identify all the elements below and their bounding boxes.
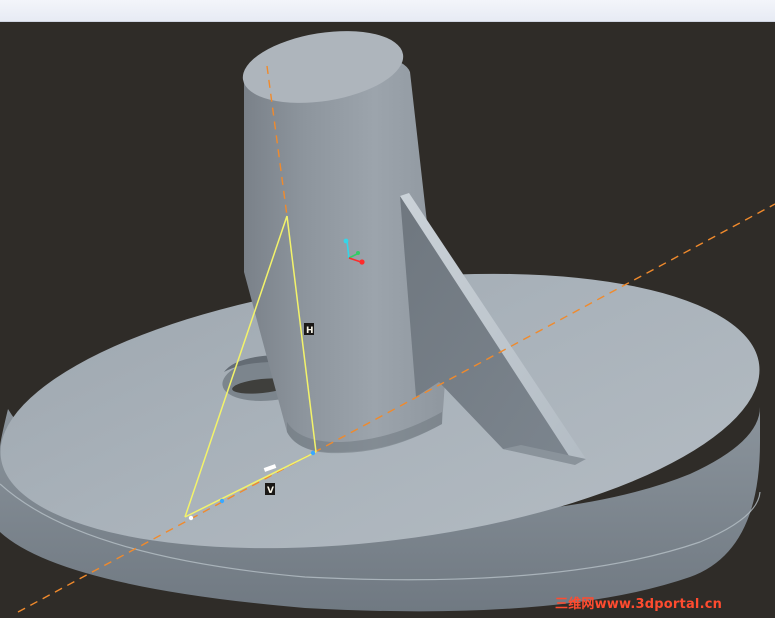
watermark-text: 三维网www.3dportal.cn xyxy=(555,596,722,612)
triad-x-tip xyxy=(359,259,365,265)
watermark: 三维网www.3dportal.cn xyxy=(555,596,722,612)
triad-y-tip xyxy=(356,251,360,255)
sketch-point-mid xyxy=(219,498,225,504)
cad-window: H V 三维网www.3dportal.cn xyxy=(0,0,775,618)
sketch-point-left xyxy=(188,515,194,521)
dimension-h-label: H xyxy=(306,326,314,336)
sketch-point-right xyxy=(310,450,316,456)
triad-z-tip xyxy=(343,238,349,244)
3d-model-viewport[interactable]: H V 三维网www.3dportal.cn xyxy=(0,22,775,618)
dimension-v-label: V xyxy=(267,486,274,496)
top-toolbar-strip xyxy=(0,0,775,22)
